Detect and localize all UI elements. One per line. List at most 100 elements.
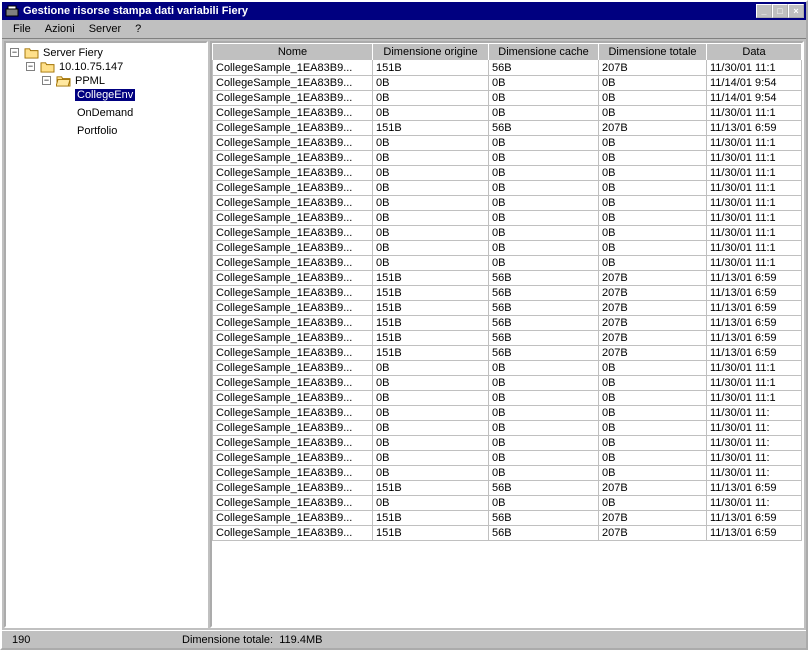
table-cell: 151B [373,121,489,136]
menu-help[interactable]: ? [128,21,148,37]
minimize-button[interactable]: _ [756,4,772,18]
table-row[interactable]: CollegeSample_1EA83B9...151B56B207B11/13… [213,511,802,526]
table-cell: 56B [489,286,599,301]
table-cell: 0B [599,211,707,226]
table-cell: 207B [599,271,707,286]
table-row[interactable]: CollegeSample_1EA83B9...0B0B0B11/30/01 1… [213,466,802,481]
table-cell: CollegeSample_1EA83B9... [213,241,373,256]
table-cell: 0B [599,391,707,406]
table-row[interactable]: CollegeSample_1EA83B9...0B0B0B11/30/01 1… [213,211,802,226]
collapse-icon[interactable]: − [26,62,35,71]
table-cell: 207B [599,121,707,136]
table-cell: 11/14/01 9:54 [707,91,802,106]
table-cell: 207B [599,511,707,526]
collapse-icon[interactable]: − [10,48,19,57]
table-row[interactable]: CollegeSample_1EA83B9...0B0B0B11/30/01 1… [213,196,802,211]
table-row[interactable]: CollegeSample_1EA83B9...0B0B0B11/30/01 1… [213,106,802,121]
table-cell: 0B [599,181,707,196]
menu-file[interactable]: File [6,21,38,37]
table-row[interactable]: CollegeSample_1EA83B9...0B0B0B11/30/01 1… [213,376,802,391]
main-window: Gestione risorse stampa dati variabili F… [0,0,808,650]
table-row[interactable]: CollegeSample_1EA83B9...151B56B207B11/13… [213,121,802,136]
table-row[interactable]: CollegeSample_1EA83B9...0B0B0B11/30/01 1… [213,151,802,166]
table-cell: 151B [373,301,489,316]
close-button[interactable]: × [788,4,804,18]
table-row[interactable]: CollegeSample_1EA83B9...0B0B0B11/30/01 1… [213,361,802,376]
table-cell: 11/30/01 11:1 [707,241,802,256]
table-row[interactable]: CollegeSample_1EA83B9...0B0B0B11/30/01 1… [213,451,802,466]
table-cell: 207B [599,61,707,76]
table-row[interactable]: CollegeSample_1EA83B9...0B0B0B11/30/01 1… [213,166,802,181]
table-cell: 0B [489,391,599,406]
tree-ppml[interactable]: − PPML [42,74,107,87]
table-row[interactable]: CollegeSample_1EA83B9...0B0B0B11/30/01 1… [213,421,802,436]
table-cell: CollegeSample_1EA83B9... [213,271,373,286]
table-cell: 11/30/01 11:1 [707,376,802,391]
tree-leaf-ondemand[interactable]: OnDemand [58,106,135,119]
table-cell: 11/30/01 11: [707,421,802,436]
table-cell: 0B [489,136,599,151]
tree-root[interactable]: − Server Fiery [10,46,105,59]
titlebar[interactable]: Gestione risorse stampa dati variabili F… [2,2,806,20]
table-row[interactable]: CollegeSample_1EA83B9...0B0B0B11/14/01 9… [213,76,802,91]
table-row[interactable]: CollegeSample_1EA83B9...0B0B0B11/30/01 1… [213,436,802,451]
table-cell: CollegeSample_1EA83B9... [213,91,373,106]
collapse-icon[interactable]: − [42,76,51,85]
table-cell: CollegeSample_1EA83B9... [213,481,373,496]
table-cell: CollegeSample_1EA83B9... [213,151,373,166]
table-cell: 0B [489,376,599,391]
table-row[interactable]: CollegeSample_1EA83B9...151B56B207B11/30… [213,61,802,76]
col-nome[interactable]: Nome [213,44,373,61]
table-row[interactable]: CollegeSample_1EA83B9...151B56B207B11/13… [213,316,802,331]
table-cell: 0B [599,451,707,466]
table-cell: CollegeSample_1EA83B9... [213,511,373,526]
col-dim-cache[interactable]: Dimensione cache [489,44,599,61]
table-cell: 11/13/01 6:59 [707,271,802,286]
table-row[interactable]: CollegeSample_1EA83B9...0B0B0B11/30/01 1… [213,256,802,271]
table-row[interactable]: CollegeSample_1EA83B9...0B0B0B11/30/01 1… [213,391,802,406]
table-cell: 0B [599,136,707,151]
menu-azioni[interactable]: Azioni [38,21,82,37]
table-cell: 0B [489,211,599,226]
table-row[interactable]: CollegeSample_1EA83B9...0B0B0B11/14/01 9… [213,91,802,106]
maximize-button[interactable]: □ [772,4,788,18]
table-cell: 0B [489,106,599,121]
table-row[interactable]: CollegeSample_1EA83B9...0B0B0B11/30/01 1… [213,181,802,196]
table-cell: 207B [599,316,707,331]
table-cell: 0B [489,241,599,256]
table-row[interactable]: CollegeSample_1EA83B9...151B56B207B11/13… [213,481,802,496]
table-cell: 151B [373,316,489,331]
table-row[interactable]: CollegeSample_1EA83B9...151B56B207B11/13… [213,286,802,301]
table-row[interactable]: CollegeSample_1EA83B9...151B56B207B11/13… [213,346,802,361]
table-row[interactable]: CollegeSample_1EA83B9...0B0B0B11/30/01 1… [213,226,802,241]
table-cell: 11/13/01 6:59 [707,481,802,496]
tree-pane[interactable]: − Server Fiery − 10.10.75.147 [4,41,208,628]
table-row[interactable]: CollegeSample_1EA83B9...0B0B0B11/30/01 1… [213,406,802,421]
table-cell: 0B [489,226,599,241]
table-cell: 0B [373,466,489,481]
table-row[interactable]: CollegeSample_1EA83B9...151B56B207B11/13… [213,331,802,346]
col-data[interactable]: Data [707,44,802,61]
table-cell: CollegeSample_1EA83B9... [213,451,373,466]
table-row[interactable]: CollegeSample_1EA83B9...0B0B0B11/30/01 1… [213,136,802,151]
tree-ip[interactable]: − 10.10.75.147 [26,60,125,73]
table-row[interactable]: CollegeSample_1EA83B9...0B0B0B11/30/01 1… [213,496,802,511]
table-cell: CollegeSample_1EA83B9... [213,121,373,136]
table-cell: CollegeSample_1EA83B9... [213,496,373,511]
table-row[interactable]: CollegeSample_1EA83B9...151B56B207B11/13… [213,301,802,316]
table-row[interactable]: CollegeSample_1EA83B9...0B0B0B11/30/01 1… [213,241,802,256]
table-cell: 207B [599,286,707,301]
tree-leaf-collegeenv[interactable]: CollegeEnv [58,88,135,101]
table-row[interactable]: CollegeSample_1EA83B9...151B56B207B11/13… [213,526,802,541]
table-cell: 0B [373,106,489,121]
col-dim-totale[interactable]: Dimensione totale [599,44,707,61]
table-cell: 11/13/01 6:59 [707,346,802,361]
menubar: File Azioni Server ? [2,20,806,39]
table-row[interactable]: CollegeSample_1EA83B9...151B56B207B11/13… [213,271,802,286]
table-cell: 0B [373,166,489,181]
menu-server[interactable]: Server [82,21,128,37]
list-pane[interactable]: Nome Dimensione origine Dimensione cache… [210,41,804,628]
col-dim-origine[interactable]: Dimensione origine [373,44,489,61]
table-cell: 11/13/01 6:59 [707,511,802,526]
tree-leaf-portfolio[interactable]: Portfolio [58,124,119,137]
